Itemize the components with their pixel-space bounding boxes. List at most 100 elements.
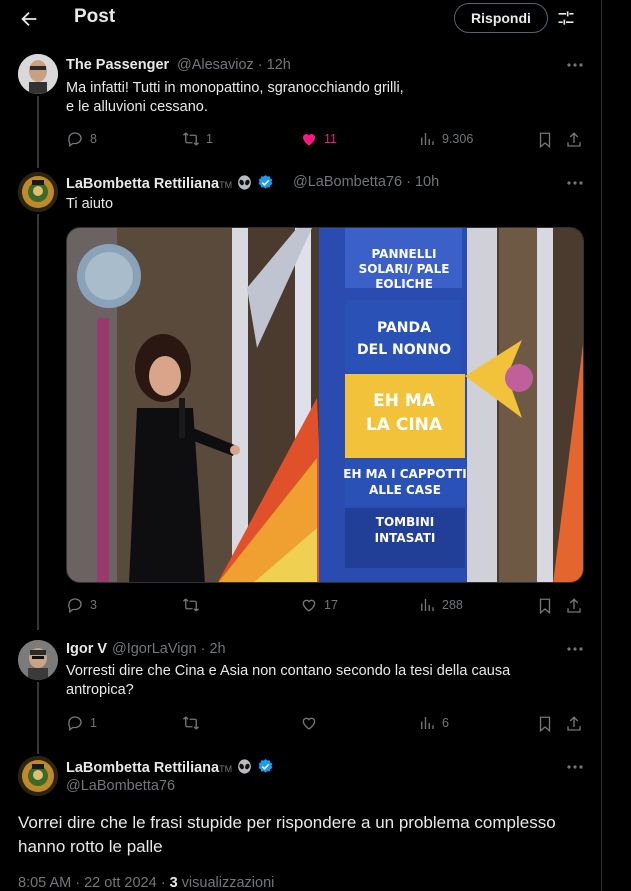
tweet-time[interactable]: 2h	[209, 641, 225, 657]
alien-emoji-icon	[238, 759, 251, 774]
media-label-text: ALLE CASE	[369, 483, 441, 497]
main-tweet-text-line: Vorrei dire che le frasi stupide per ris…	[18, 813, 556, 832]
more-options-icon[interactable]	[566, 764, 584, 770]
reply-count: 1	[90, 716, 97, 730]
media-label-text: TOMBINI	[376, 515, 434, 529]
tweet-text: Ma infatti! Tutti in monopattino, sgrano…	[66, 79, 404, 117]
reply-count: 3	[90, 598, 97, 612]
trademark-mark: TM	[219, 764, 233, 774]
author-handle[interactable]: @LaBombetta76	[66, 778, 175, 794]
share-icon[interactable]	[565, 131, 583, 149]
author-name-text: LaBombetta Rettiliana	[66, 760, 220, 776]
media-label-text: EH MA	[373, 391, 436, 411]
author-handle[interactable]: @IgorLaVign	[112, 641, 197, 657]
author-meta: @IgorLaVign · 2h	[112, 641, 226, 657]
avatar[interactable]	[18, 54, 58, 94]
share-icon[interactable]	[565, 597, 583, 615]
back-arrow-icon[interactable]	[18, 8, 40, 30]
media-label-text: PANNELLI	[371, 247, 436, 261]
reply-action[interactable]: 8	[66, 130, 97, 148]
column-border	[601, 0, 602, 891]
more-options-icon[interactable]	[566, 62, 584, 68]
repost-icon	[183, 598, 199, 612]
like-action[interactable]: 11	[300, 130, 337, 148]
bookmark-icon[interactable]	[536, 131, 554, 149]
avatar[interactable]	[18, 756, 58, 796]
main-tweet-text-line: hanno rotto le palle	[18, 837, 163, 856]
trademark-mark: TM	[219, 180, 233, 190]
avatar[interactable]	[18, 172, 58, 212]
repost-icon	[183, 716, 199, 730]
media-label-text: SOLARI/ PALE	[359, 262, 450, 276]
views-action[interactable]: 288	[418, 596, 463, 614]
tweet-time[interactable]: 10h	[415, 174, 439, 190]
author-name[interactable]: The Passenger	[66, 57, 169, 73]
settings-sliders-icon[interactable]	[556, 8, 576, 28]
view-count: 288	[442, 598, 463, 612]
author-name-text: LaBombetta Rettiliana	[66, 176, 220, 192]
reply-action[interactable]: 1	[66, 714, 97, 732]
tweet-text-line: Ma infatti! Tutti in monopattino, sgrano…	[66, 80, 404, 96]
reply-action[interactable]: 3	[66, 596, 97, 614]
views-chart-icon	[421, 599, 434, 611]
author-name[interactable]: LaBombetta RettilianaTM	[66, 758, 274, 776]
repost-count: 1	[206, 132, 213, 146]
thread-line	[37, 682, 39, 754]
repost-action[interactable]	[182, 596, 206, 614]
media-label-text: PANDA	[377, 320, 431, 336]
author-handle[interactable]: @LaBombetta76	[293, 174, 402, 190]
tweet-time[interactable]: 8:05 AM	[18, 875, 71, 891]
verified-badge-icon[interactable]	[257, 758, 274, 775]
bookmark-icon[interactable]	[536, 715, 554, 733]
view-count: 6	[442, 716, 449, 730]
reply-button[interactable]: Rispondi	[454, 3, 548, 33]
reply-icon	[68, 716, 82, 732]
like-action[interactable]	[300, 714, 324, 732]
tweet-actions: 3 17 288	[66, 596, 586, 616]
media-label-text: INTASATI	[375, 531, 436, 545]
views-chart-icon	[421, 717, 434, 729]
views-action[interactable]: 9.306	[418, 130, 473, 148]
tweet-date[interactable]: 22 ott 2024	[84, 875, 157, 891]
tweet-text-line: antropica?	[66, 682, 134, 698]
views-action[interactable]: 6	[418, 714, 449, 732]
like-count: 17	[324, 598, 338, 612]
media-label-text: DEL NONNO	[357, 342, 451, 358]
heart-icon	[302, 717, 316, 730]
tweet-text-line: e le alluvioni cessano.	[66, 99, 208, 115]
thread-line	[37, 214, 39, 630]
views-count: 3	[169, 875, 178, 891]
bookmark-icon[interactable]	[536, 597, 554, 615]
repost-action[interactable]	[182, 714, 206, 732]
author-meta: @LaBombetta76 · 10h	[293, 174, 440, 190]
tweet-image[interactable]: PANNELLI SOLARI/ PALE EOLICHE PANDA DEL …	[66, 227, 584, 583]
tweet-time[interactable]: 12h	[267, 57, 291, 73]
tweet-actions: 8 1 11 9.306	[66, 130, 586, 150]
alien-emoji-icon	[238, 175, 251, 190]
like-count: 11	[324, 132, 337, 146]
heart-filled-icon	[302, 133, 316, 146]
verified-badge-icon[interactable]	[257, 174, 274, 191]
share-icon[interactable]	[565, 715, 583, 733]
tweet-text: Ti aiuto	[66, 196, 114, 212]
views-label: visualizzazioni	[181, 875, 275, 891]
more-options-icon[interactable]	[566, 180, 584, 186]
page-title: Post	[74, 6, 116, 27]
repost-action[interactable]: 1	[182, 130, 213, 148]
more-options-icon[interactable]	[566, 646, 584, 652]
media-label-text: LA CINA	[366, 415, 443, 435]
reply-icon	[68, 598, 82, 614]
author-name[interactable]: Igor V	[66, 641, 107, 657]
tweet-timestamp-row: 8:05 AM · 22 ott 2024 · 3 visualizzazion…	[18, 875, 275, 891]
repost-icon	[183, 132, 199, 146]
avatar[interactable]	[18, 640, 58, 680]
tweet-text-line: Vorresti dire che Cina e Asia non contan…	[66, 663, 511, 679]
thread-line	[37, 96, 39, 168]
header: Post Rispondi	[0, 0, 602, 38]
media-label-text: EH MA I CAPPOTTI	[343, 467, 466, 481]
views-chart-icon	[421, 133, 434, 145]
like-action[interactable]: 17	[300, 596, 338, 614]
author-name[interactable]: LaBombetta RettilianaTM	[66, 174, 274, 192]
author-handle[interactable]: @Alesavioz	[177, 57, 254, 73]
main-tweet-text: Vorrei dire che le frasi stupide per ris…	[18, 811, 598, 859]
